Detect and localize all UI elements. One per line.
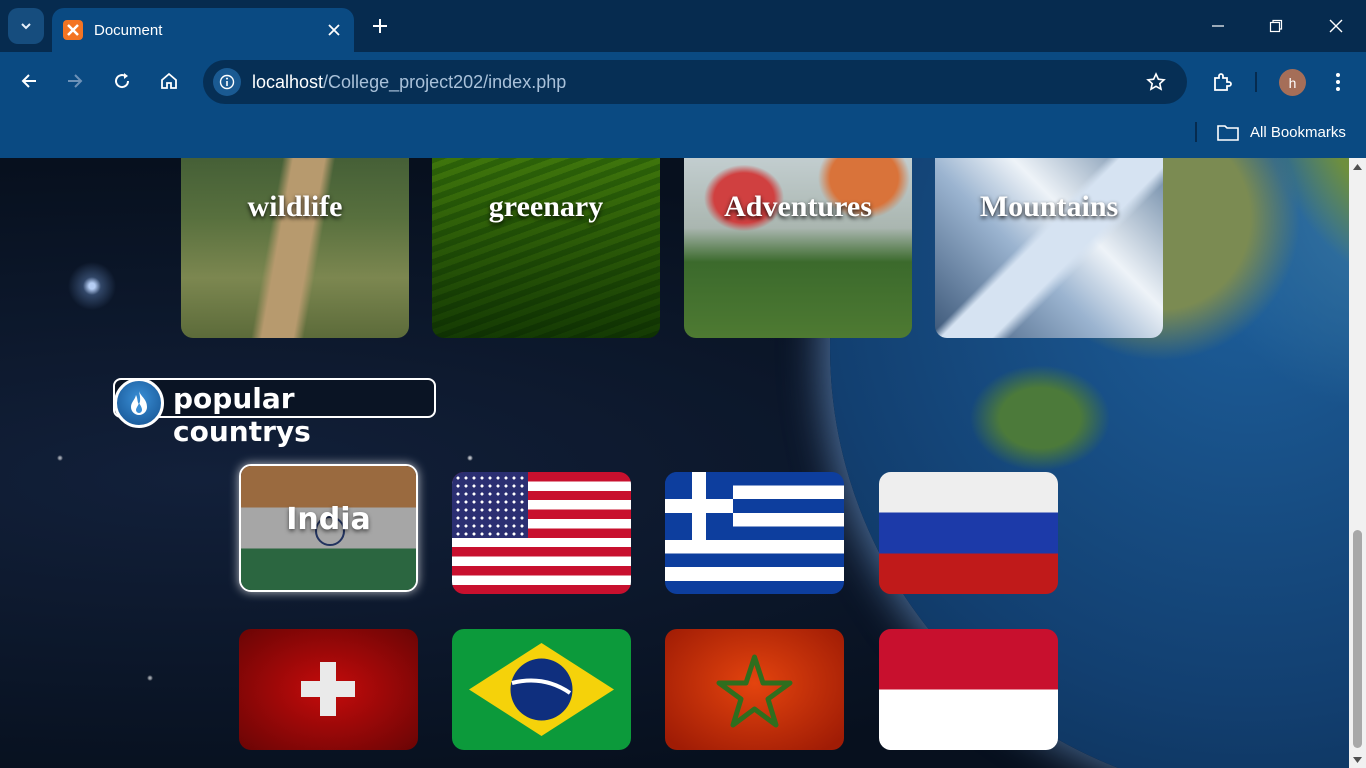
reload-icon xyxy=(115,73,130,89)
country-card-usa[interactable] xyxy=(452,472,631,594)
category-label: greenary xyxy=(488,190,604,223)
plus-icon xyxy=(373,19,387,33)
minimize-button[interactable] xyxy=(1202,10,1234,42)
scroll-up-button[interactable] xyxy=(1349,158,1366,175)
page-viewport: wildlife greenary Adventures Mountains p… xyxy=(0,158,1349,768)
all-bookmarks-label: All Bookmarks xyxy=(1250,123,1346,141)
tab-close-button[interactable] xyxy=(322,18,346,42)
folder-icon xyxy=(1217,125,1239,141)
brazil-flag-image xyxy=(469,643,614,736)
page-scrollbar[interactable] xyxy=(1349,158,1366,768)
swiss-cross xyxy=(320,662,336,716)
url-path: /College_project202/index.php xyxy=(323,71,567,92)
country-card-greece[interactable] xyxy=(665,472,844,594)
popular-countries-heading: popular countrys xyxy=(113,378,436,448)
browser-toolbar: localhost/College_project202/index.php h xyxy=(0,52,1366,114)
arrow-right-icon xyxy=(68,74,83,88)
address-bar[interactable]: localhost/College_project202/index.php xyxy=(203,60,1187,104)
close-window-button[interactable] xyxy=(1320,10,1352,42)
site-info-button[interactable] xyxy=(213,68,241,96)
xampp-favicon-icon xyxy=(63,20,83,40)
extensions-button[interactable] xyxy=(1206,66,1238,98)
close-icon xyxy=(328,24,340,36)
url-text[interactable]: localhost/College_project202/index.php xyxy=(252,72,1140,93)
country-card-india[interactable]: India xyxy=(239,464,418,592)
category-card-adventures[interactable]: Adventures xyxy=(684,158,912,338)
triangle-up-icon xyxy=(1353,163,1362,170)
tab-search-button[interactable] xyxy=(8,8,44,44)
close-icon xyxy=(1329,19,1343,33)
restore-icon xyxy=(1269,19,1283,33)
greece-cross xyxy=(692,472,706,540)
home-icon xyxy=(161,72,177,89)
country-label: India xyxy=(286,502,371,537)
country-card-brazil[interactable] xyxy=(452,629,631,750)
country-card-russia[interactable] xyxy=(879,472,1058,594)
flame-icon xyxy=(114,378,164,428)
minimize-icon xyxy=(1212,25,1224,27)
home-button[interactable] xyxy=(153,65,185,97)
arrow-left-icon xyxy=(21,74,36,88)
puzzle-icon xyxy=(1214,73,1232,91)
category-label: Mountains xyxy=(979,190,1119,223)
restore-button[interactable] xyxy=(1260,10,1292,42)
browser-menu-button[interactable] xyxy=(1322,66,1354,98)
info-icon xyxy=(219,74,235,90)
popular-countries-title: popular countrys xyxy=(173,382,311,448)
country-card-switzerland[interactable] xyxy=(239,629,418,750)
tab-strip: Document xyxy=(0,0,1366,52)
toolbar-divider xyxy=(1255,72,1257,92)
active-tab[interactable]: Document xyxy=(52,8,354,52)
star-icon xyxy=(1146,72,1166,91)
chevron-down-icon xyxy=(21,23,31,30)
tab-title: Document xyxy=(94,21,163,39)
country-card-morocco[interactable] xyxy=(665,629,844,750)
morocco-star-icon xyxy=(716,654,793,728)
new-tab-button[interactable] xyxy=(366,12,394,40)
reload-button[interactable] xyxy=(106,65,138,97)
bookmarks-divider xyxy=(1195,122,1197,142)
back-button[interactable] xyxy=(13,65,45,97)
more-vert-icon xyxy=(1336,73,1340,91)
bookmark-star-button[interactable] xyxy=(1140,66,1172,98)
usa-flag-canton xyxy=(452,472,528,538)
category-card-greenary[interactable]: greenary xyxy=(432,158,660,338)
triangle-down-icon xyxy=(1353,756,1362,763)
category-label: Adventures xyxy=(724,190,872,223)
all-bookmarks-button[interactable]: All Bookmarks xyxy=(1216,118,1346,146)
scroll-down-button[interactable] xyxy=(1349,751,1366,768)
bookmarks-bar: All Bookmarks xyxy=(0,114,1366,158)
url-host: localhost xyxy=(252,71,324,92)
category-card-mountains[interactable]: Mountains xyxy=(935,158,1163,338)
category-card-wildlife[interactable]: wildlife xyxy=(181,158,409,338)
country-card-indonesia[interactable] xyxy=(879,629,1058,750)
forward-button[interactable] xyxy=(59,65,91,97)
category-label: wildlife xyxy=(247,190,343,223)
profile-avatar[interactable]: h xyxy=(1279,69,1306,96)
greece-flag-canton xyxy=(665,472,733,540)
scrollbar-thumb[interactable] xyxy=(1353,530,1362,748)
